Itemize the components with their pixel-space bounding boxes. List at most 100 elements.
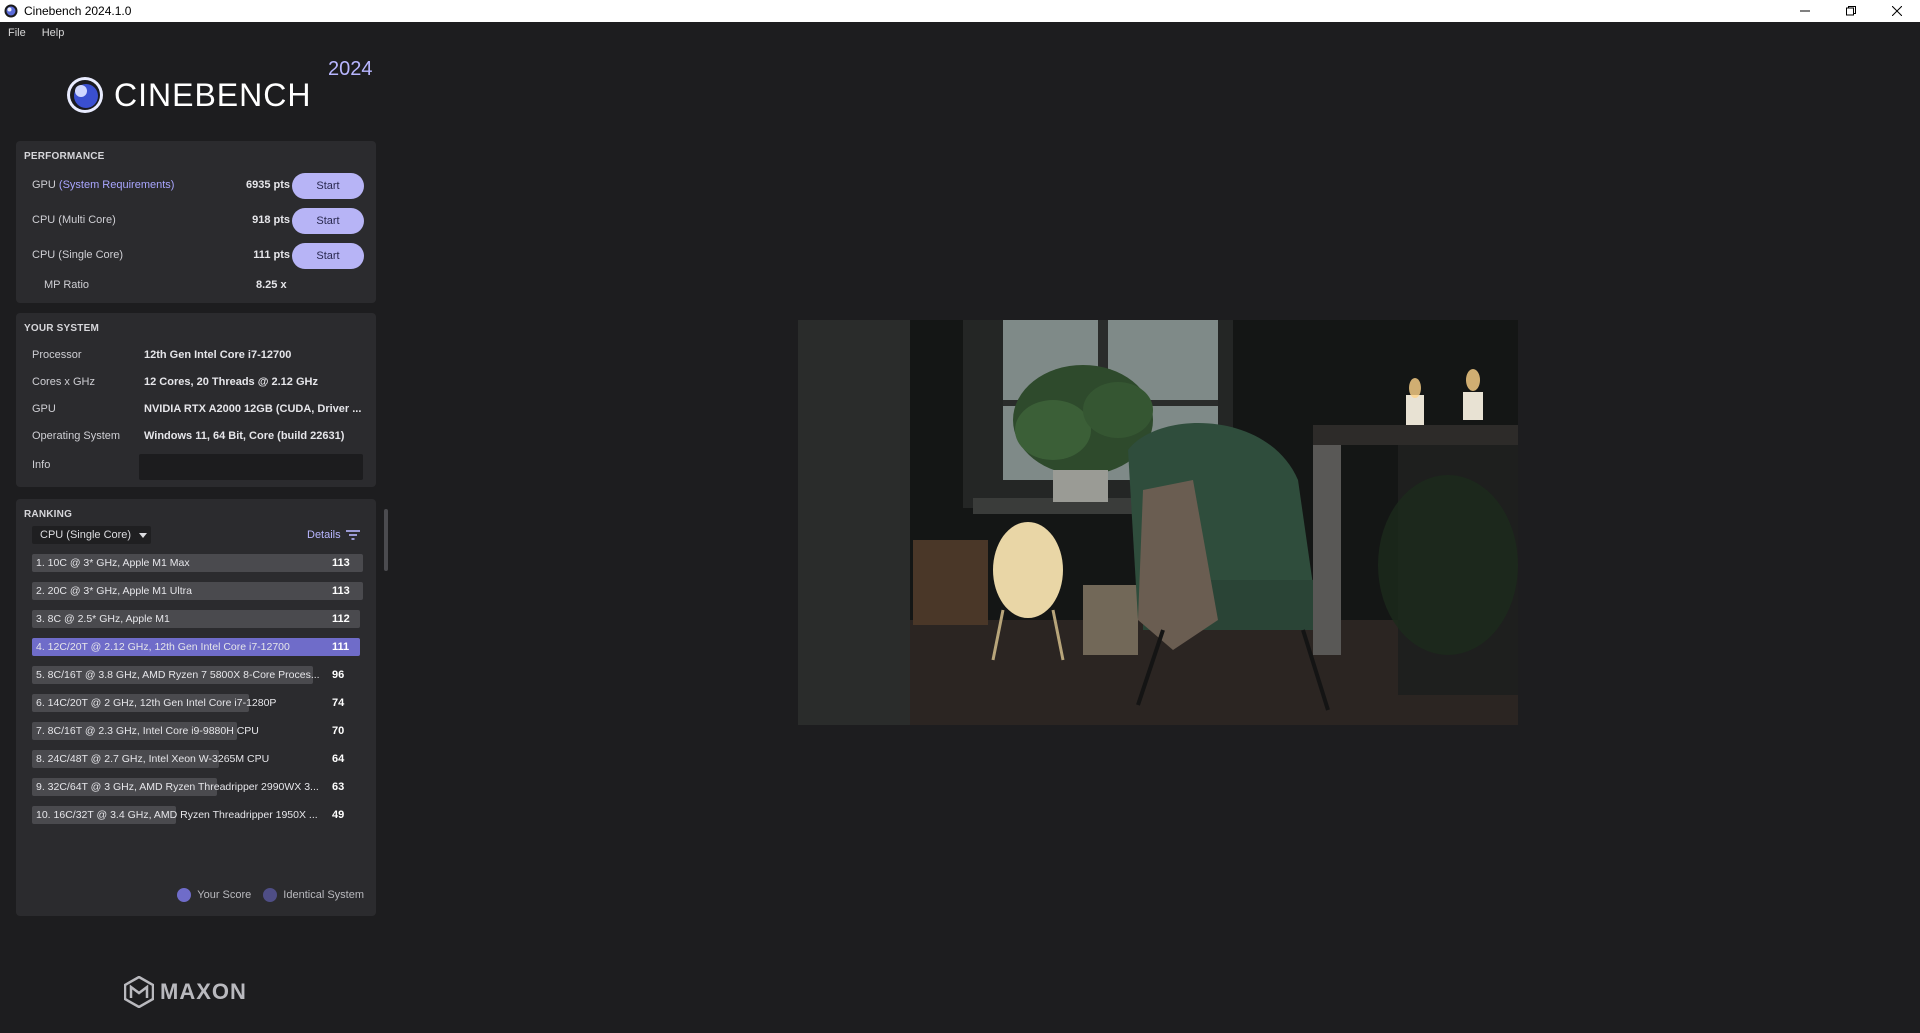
ranking-score: 113	[332, 557, 350, 569]
system-value: 12 Cores, 20 Threads @ 2.12 GHz	[144, 376, 318, 388]
system-value: NVIDIA RTX A2000 12GB (CUDA, Driver ...	[144, 403, 362, 415]
mp-ratio-label: MP Ratio	[44, 279, 90, 291]
ranking-score: 63	[332, 781, 345, 793]
ranking-name: 1. 10C @ 3* GHz, Apple M1 Max	[36, 557, 190, 569]
ranking-score: 64	[332, 753, 345, 765]
system-row-cores: Cores x GHz 12 Cores, 20 Threads @ 2.12 …	[16, 374, 376, 392]
system-value: Windows 11, 64 Bit, Core (build 22631)	[144, 430, 345, 442]
ranking-row[interactable]: 3. 8C @ 2.5* GHz, Apple M1 112	[32, 610, 363, 628]
ranking-category-dropdown[interactable]: CPU (Single Core)	[32, 526, 151, 544]
system-label: Info	[32, 459, 51, 471]
ranking-name: 2. 20C @ 3* GHz, Apple M1 Ultra	[36, 585, 192, 597]
performance-panel: PERFORMANCE GPU (System Requirements) 69…	[16, 141, 376, 303]
perf-label-cpu-single: CPU (Single Core)	[32, 249, 124, 261]
ranking-legend: Your Score Identical System	[165, 888, 364, 902]
ranking-score: 74	[332, 697, 345, 709]
your-score-dot	[177, 888, 192, 902]
legend-identical-label: Identical System	[283, 889, 364, 901]
your-system-panel: YOUR SYSTEM Processor 12th Gen Intel Cor…	[16, 313, 376, 487]
info-field[interactable]	[139, 454, 363, 480]
maxon-logo: MAXON	[124, 976, 247, 1008]
ranking-score: 112	[332, 613, 350, 625]
maxon-text: MAXON	[160, 979, 247, 1004]
perf-score-gpu: 6935 pts	[245, 179, 290, 191]
menu-bar: File Help	[0, 22, 72, 44]
caret-down-icon	[139, 532, 148, 538]
ranking-row[interactable]: 6. 14C/20T @ 2 GHz, 12th Gen Intel Core …	[32, 694, 363, 712]
system-label: GPU	[32, 403, 56, 415]
performance-title: PERFORMANCE	[24, 151, 105, 162]
ranking-row[interactable]: 10. 16C/32T @ 3.4 GHz, AMD Ryzen Threadr…	[32, 806, 363, 824]
perf-score-cpu-multi: 918 pts	[252, 214, 290, 226]
system-row-os: Operating System Windows 11, 64 Bit, Cor…	[16, 428, 376, 446]
system-label: Cores x GHz	[32, 376, 95, 388]
system-row-processor: Processor 12th Gen Intel Core i7-12700	[16, 347, 376, 365]
window-controls	[1782, 0, 1920, 22]
ranking-score: 111	[332, 641, 350, 653]
perf-row-gpu: GPU (System Requirements) 6935 pts Start	[16, 173, 376, 199]
ranking-row[interactable]: 1. 10C @ 3* GHz, Apple M1 Max 113	[32, 554, 363, 572]
ranking-score: 113	[332, 585, 350, 597]
perf-score-cpu-single: 111 pts	[253, 249, 290, 261]
ranking-row[interactable]: 5. 8C/16T @ 3.8 GHz, AMD Ryzen 7 5800X 8…	[32, 666, 363, 684]
ranking-name: 10. 16C/32T @ 3.4 GHz, AMD Ryzen Threadr…	[36, 809, 318, 821]
cinebench-logo: CINEBENCH	[66, 76, 311, 114]
ranking-scrollbar[interactable]	[384, 509, 388, 571]
ranking-name: 3. 8C @ 2.5* GHz, Apple M1	[36, 613, 170, 625]
menu-file[interactable]: File	[0, 27, 34, 39]
start-button-gpu[interactable]: Start	[292, 173, 364, 199]
logo-year: 2024	[328, 58, 373, 80]
ranking-name: 9. 32C/64T @ 3 GHz, AMD Ryzen Threadripp…	[36, 781, 319, 793]
perf-row-cpu-single: CPU (Single Core) 111 pts Start	[16, 243, 376, 269]
ranking-title: RANKING	[24, 509, 73, 520]
restore-icon[interactable]	[1828, 0, 1874, 22]
filter-icon	[345, 530, 360, 540]
minimize-icon[interactable]	[1782, 0, 1828, 22]
window-title: Cinebench 2024.1.0	[24, 4, 132, 18]
cinebench-logo-icon	[67, 77, 103, 113]
ranking-score: 49	[332, 809, 345, 821]
ranking-name: 5. 8C/16T @ 3.8 GHz, AMD Ryzen 7 5800X 8…	[36, 669, 320, 681]
render-preview-image	[798, 320, 1518, 725]
maxon-logo-icon	[124, 976, 154, 1008]
legend-your-score-label: Your Score	[197, 889, 252, 901]
system-value: 12th Gen Intel Core i7-12700	[144, 349, 292, 361]
ranking-name: 7. 8C/16T @ 2.3 GHz, Intel Core i9-9880H…	[36, 725, 259, 737]
render-scene	[798, 320, 1518, 725]
ranking-score: 70	[332, 725, 345, 737]
start-button-cpu-multi[interactable]: Start	[292, 208, 364, 234]
details-button[interactable]: Details	[307, 529, 360, 541]
ranking-row[interactable]: 8. 24C/48T @ 2.7 GHz, Intel Xeon W-3265M…	[32, 750, 363, 768]
ranking-name: 6. 14C/20T @ 2 GHz, 12th Gen Intel Core …	[36, 697, 277, 709]
details-label: Details	[307, 529, 341, 541]
mp-ratio-value: 8.25 x	[256, 279, 287, 291]
perf-label-gpu: GPU (System Requirements)	[32, 179, 174, 191]
cinebench-app-icon	[4, 4, 18, 18]
system-row-gpu: GPU NVIDIA RTX A2000 12GB (CUDA, Driver …	[16, 401, 376, 419]
system-label: Operating System	[32, 430, 121, 442]
ranking-name: 4. 12C/20T @ 2.12 GHz, 12th Gen Intel Co…	[36, 641, 290, 653]
ranking-row-your-score[interactable]: 4. 12C/20T @ 2.12 GHz, 12th Gen Intel Co…	[32, 638, 363, 656]
title-bar: Cinebench 2024.1.0	[0, 0, 1920, 22]
logo-text: CINEBENCH	[114, 76, 312, 113]
perf-row-cpu-multi: CPU (Multi Core) 918 pts Start	[16, 208, 376, 234]
perf-label-cpu-multi: CPU (Multi Core)	[32, 214, 116, 226]
ranking-score: 96	[332, 669, 345, 681]
mp-ratio-row: MP Ratio 8.25 x	[16, 277, 376, 295]
ranking-panel: RANKING CPU (Single Core) Details 1. 10C…	[16, 499, 376, 916]
close-icon[interactable]	[1874, 0, 1920, 22]
legend-your-score: Your Score	[177, 888, 251, 902]
ranking-row[interactable]: 9. 32C/64T @ 3 GHz, AMD Ryzen Threadripp…	[32, 778, 363, 796]
ranking-row[interactable]: 7. 8C/16T @ 2.3 GHz, Intel Core i9-9880H…	[32, 722, 363, 740]
ranking-row[interactable]: 2. 20C @ 3* GHz, Apple M1 Ultra 113	[32, 582, 363, 600]
ranking-name: 8. 24C/48T @ 2.7 GHz, Intel Xeon W-3265M…	[36, 753, 270, 765]
your-system-title: YOUR SYSTEM	[24, 323, 99, 334]
menu-help[interactable]: Help	[34, 27, 73, 39]
dropdown-selected: CPU (Single Core)	[40, 529, 132, 541]
legend-identical-system: Identical System	[263, 888, 364, 902]
identical-system-dot	[263, 888, 278, 902]
perf-label-gpu-text: GPU	[32, 179, 59, 191]
system-requirements-link[interactable]: (System Requirements)	[59, 179, 175, 191]
system-label: Processor	[32, 349, 82, 361]
start-button-cpu-single[interactable]: Start	[292, 243, 364, 269]
